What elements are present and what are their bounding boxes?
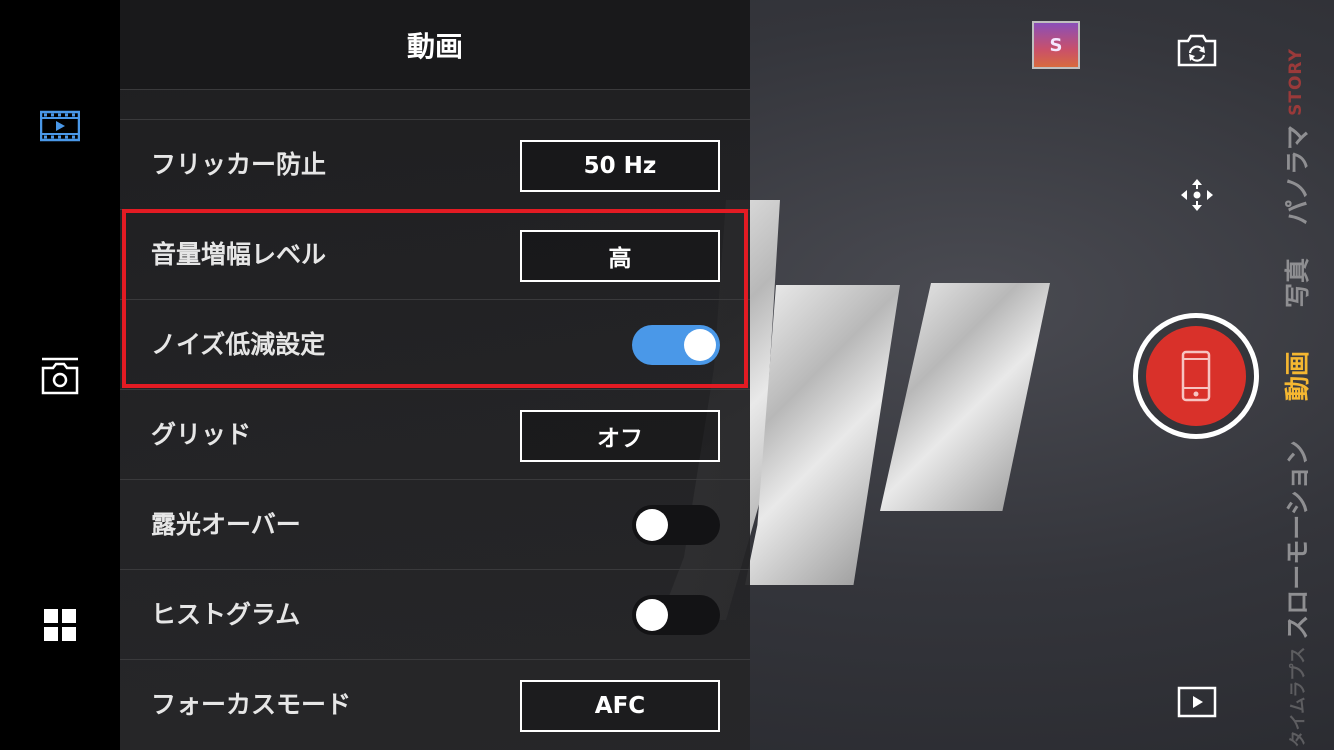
toggle-knob [684, 329, 716, 361]
switch-camera-icon[interactable] [1175, 28, 1219, 72]
video-mode-icon[interactable] [38, 104, 82, 148]
overexposure-toggle[interactable] [632, 505, 720, 545]
panel-title: 動画 [406, 29, 463, 63]
setting-label: フォーカスモード [151, 690, 352, 719]
setting-row-noise-reduction[interactable]: ノイズ低減設定 [120, 300, 750, 390]
panel-header: 動画 [120, 0, 750, 90]
setting-row-flicker[interactable]: フリッカー防止 50 Hz [120, 120, 750, 210]
setting-row-histogram[interactable]: ヒストグラム [120, 570, 750, 660]
logo-shape [880, 283, 1050, 511]
grid-value-button[interactable]: オフ [520, 410, 720, 462]
mode-time-lapse[interactable]: タイムラプス [1284, 647, 1309, 748]
setting-row-focus-mode[interactable]: フォーカスモード AFC [120, 660, 750, 750]
mode-photo[interactable]: 写真 [1278, 258, 1314, 308]
mode-video[interactable]: 動画 [1278, 351, 1314, 401]
shutter-core [1146, 326, 1246, 426]
grid-menu-icon[interactable] [38, 603, 82, 647]
settings-panel: 動画 フリッカー防止 50 Hz 音量増幅レベル 高 ノイズ低減設定 グリッド … [120, 0, 750, 750]
setting-row-grid[interactable]: グリッド オフ [120, 390, 750, 480]
setting-label: ノイズ低減設定 [151, 330, 326, 359]
volume-boost-value-button[interactable]: 高 [520, 230, 720, 282]
play-icon[interactable] [1175, 682, 1219, 722]
focus-icon[interactable] [1177, 175, 1217, 215]
panel-spacer [120, 90, 750, 120]
shutter-phone-icon [1181, 350, 1211, 402]
mode-slow-motion[interactable]: スローモーション [1278, 440, 1314, 640]
photo-mode-icon[interactable] [38, 354, 82, 398]
setting-label: ヒストグラム [151, 600, 301, 629]
toggle-knob [636, 599, 668, 631]
flicker-value-button[interactable]: 50 Hz [520, 140, 720, 192]
mode-story[interactable]: STORY [1286, 48, 1306, 116]
setting-row-volume-boost[interactable]: 音量増幅レベル 高 [120, 210, 750, 300]
setting-row-overexposure[interactable]: 露光オーバー [120, 480, 750, 570]
shutter-button[interactable] [1133, 313, 1259, 439]
setting-label: フリッカー防止 [151, 150, 327, 179]
thumbnail-letter: S [1049, 34, 1063, 56]
left-rail [0, 0, 120, 750]
focus-mode-value-button[interactable]: AFC [520, 680, 720, 732]
setting-label: 露光オーバー [151, 510, 301, 539]
noise-reduction-toggle[interactable] [632, 325, 720, 365]
setting-label: グリッド [151, 420, 252, 449]
toggle-knob [636, 509, 668, 541]
gallery-thumbnail[interactable]: S [1032, 21, 1080, 69]
histogram-toggle[interactable] [632, 595, 720, 635]
setting-label: 音量増幅レベル [151, 240, 327, 269]
mode-panorama[interactable]: パノラマ [1278, 125, 1314, 225]
